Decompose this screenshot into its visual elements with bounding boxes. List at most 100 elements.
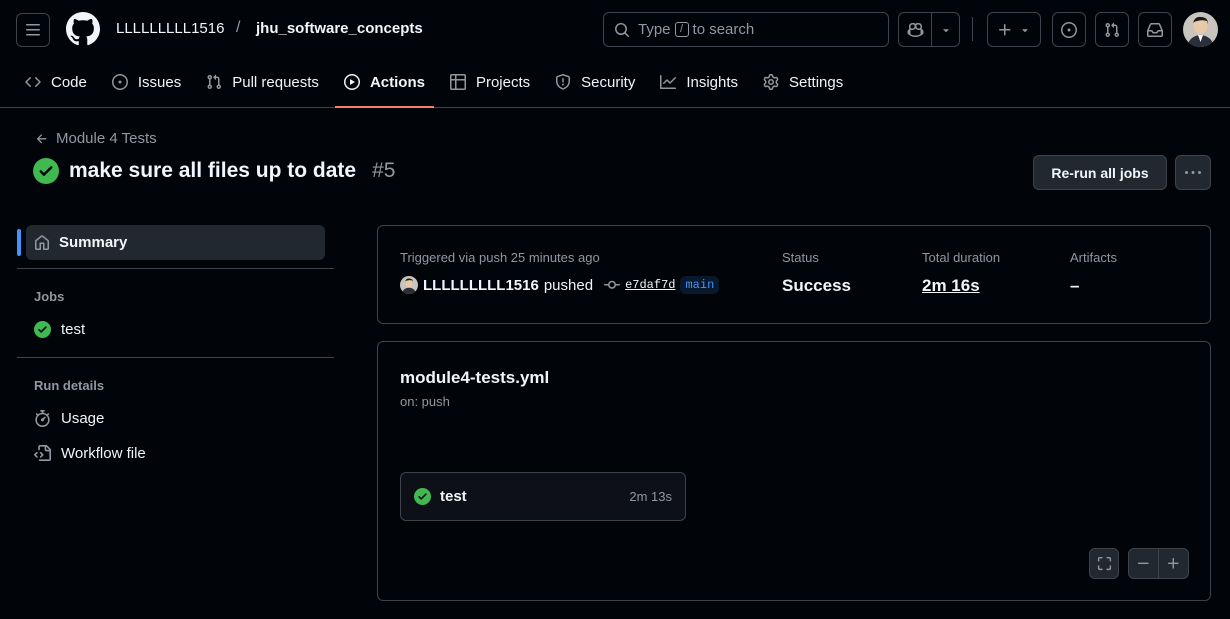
sidebar-usage-label: Usage (61, 410, 105, 427)
tab-security-label: Security (581, 73, 636, 91)
actor-name[interactable]: LLLLLLLLL1516 (423, 277, 539, 294)
duration-label: Total duration (922, 250, 1001, 265)
status-value: Success (782, 276, 851, 295)
run-details-heading: Run details (34, 378, 105, 393)
graph-icon (660, 75, 677, 89)
sidebar-workflow-file-label: Workflow file (61, 445, 146, 462)
shield-icon (556, 74, 571, 90)
home-icon (35, 234, 49, 250)
pushed-text: pushed (543, 276, 594, 294)
issues-button[interactable] (1052, 12, 1086, 47)
repo-nav-tabs: Code Issues Pull requests Actions Projec… (16, 58, 859, 108)
pull-request-icon (1105, 22, 1120, 37)
table-icon (449, 74, 466, 90)
tab-pull-requests-label: Pull requests (232, 73, 319, 91)
file-code-icon (34, 445, 51, 461)
zoom-out-button[interactable] (1129, 549, 1159, 578)
header-divider (972, 17, 973, 41)
tab-issues-label: Issues (137, 73, 182, 91)
stopwatch-icon (35, 410, 50, 427)
github-logo-icon[interactable] (66, 12, 100, 46)
back-to-workflow-link[interactable]: Module 4 Tests (35, 130, 157, 147)
sidebar-summary-label: Summary (59, 234, 128, 251)
dash-icon (1137, 562, 1149, 564)
code-icon (25, 76, 41, 88)
triangle-down-icon (1022, 28, 1028, 32)
tab-code-label: Code (51, 73, 87, 91)
check-circle-fill-icon (34, 321, 51, 338)
job-name: test (440, 488, 467, 505)
menu-button[interactable] (16, 13, 50, 47)
rerun-all-jobs-button[interactable]: Re-run all jobs (1033, 155, 1167, 190)
breadcrumb-repo[interactable]: jhu_software_concepts (256, 20, 423, 37)
sidebar-item-summary[interactable]: Summary (26, 225, 325, 260)
status-label: Status (782, 250, 819, 265)
sidebar-divider (17, 357, 334, 358)
kebab-horizontal-icon (1185, 170, 1201, 174)
plus-icon (1167, 557, 1179, 569)
triangle-down-icon (942, 28, 949, 32)
run-title-text: make sure all files up to date (69, 159, 357, 182)
avatar-image (1183, 12, 1218, 47)
sidebar-item-usage[interactable]: Usage (34, 410, 104, 427)
pull-request-icon (207, 74, 222, 90)
trigger-text: Triggered via push 25 minutes ago (400, 250, 600, 265)
actor-avatar[interactable] (400, 276, 418, 294)
global-header: LLLLLLLLL1516 / jhu_software_concepts Ty… (0, 0, 1230, 108)
job-card-test[interactable]: test 2m 13s (400, 472, 686, 521)
check-circle-fill-icon (414, 488, 431, 505)
create-new-button[interactable] (987, 12, 1041, 47)
tab-security[interactable]: Security (546, 58, 644, 106)
tab-actions[interactable]: Actions (334, 58, 434, 108)
arrow-left-icon (36, 133, 47, 143)
job-duration: 2m 13s (629, 489, 672, 504)
sidebar-item-job-test[interactable]: test (34, 321, 85, 338)
tab-insights[interactable]: Insights (651, 58, 747, 106)
user-avatar[interactable] (1183, 12, 1218, 47)
tab-code[interactable]: Code (16, 58, 96, 106)
duration-value[interactable]: 2m 16s (922, 276, 980, 296)
issue-icon (111, 74, 128, 90)
inbox-icon (1147, 22, 1163, 37)
tab-issues[interactable]: Issues (103, 58, 190, 106)
tab-settings[interactable]: Settings (754, 58, 852, 106)
page-title: make sure all files up to date #5 (33, 158, 395, 184)
workflow-file-name: module4-tests.yml (400, 368, 550, 387)
search-prefix: Type (638, 21, 671, 38)
zoom-in-button[interactable] (1159, 549, 1188, 578)
active-item-indicator (17, 229, 21, 256)
git-commit-icon (604, 280, 621, 289)
jobs-heading: Jobs (34, 289, 65, 304)
inbox-button[interactable] (1138, 12, 1172, 47)
gear-icon (763, 74, 779, 90)
push-info: LLLLLLLLL1516 pushed e7daf7d main (400, 276, 720, 294)
pull-requests-button[interactable] (1095, 12, 1129, 47)
issue-icon (1061, 21, 1077, 38)
sidebar-item-workflow-file[interactable]: Workflow file (34, 445, 146, 462)
tab-actions-label: Actions (369, 73, 425, 91)
branch-label[interactable]: main (680, 276, 720, 294)
breadcrumb-owner[interactable]: LLLLLLLLL1516 (116, 20, 224, 37)
check-circle-fill-icon (33, 158, 59, 184)
tab-projects-label: Projects (475, 73, 531, 91)
breadcrumb-separator: / (236, 19, 241, 36)
hamburger-icon (26, 24, 40, 36)
copilot-dropdown[interactable] (932, 13, 959, 46)
commit-sha-link[interactable]: e7daf7d (625, 278, 675, 292)
search-icon (615, 22, 630, 37)
copilot-chat-button[interactable] (899, 13, 932, 46)
copilot-button[interactable] (898, 12, 960, 47)
tab-projects[interactable]: Projects (441, 58, 539, 106)
plus-icon (999, 23, 1011, 35)
tab-settings-label: Settings (789, 73, 844, 91)
back-link-label: Module 4 Tests (56, 130, 157, 147)
tab-pull-requests[interactable]: Pull requests (197, 58, 328, 106)
fullscreen-button[interactable] (1089, 548, 1119, 579)
more-options-button[interactable] (1175, 155, 1211, 190)
search-input[interactable]: Type / to search (603, 12, 889, 47)
sidebar-divider (17, 268, 334, 269)
screen-full-icon (1097, 556, 1111, 571)
zoom-controls (1128, 548, 1189, 579)
artifacts-value: – (1070, 276, 1080, 295)
workflow-trigger: on: push (400, 394, 450, 409)
